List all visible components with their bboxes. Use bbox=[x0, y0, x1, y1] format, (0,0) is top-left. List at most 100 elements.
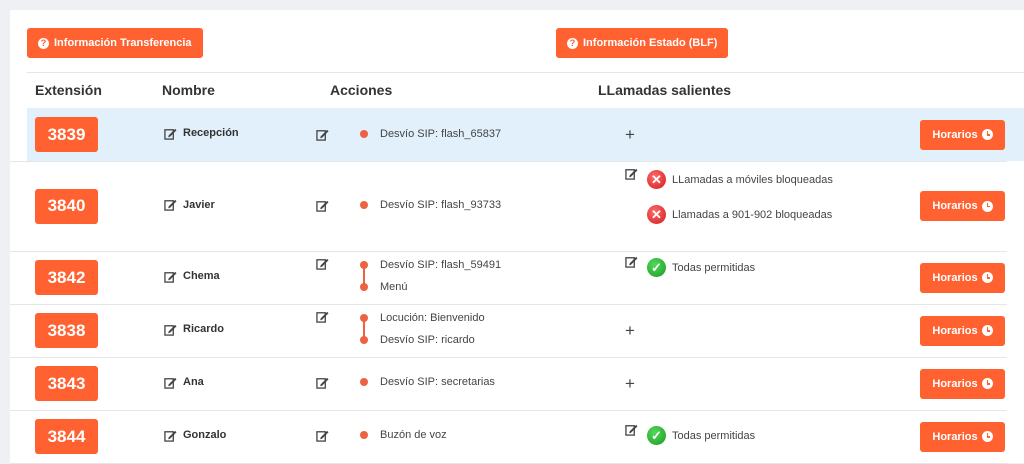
clock-icon bbox=[981, 431, 993, 442]
outgoing-rule-label: Todas permitidas bbox=[672, 261, 756, 274]
horarios-button[interactable]: Horarios bbox=[920, 119, 1005, 150]
divider bbox=[27, 72, 1024, 73]
info-blf-button[interactable]: ? Información Estado (BLF) bbox=[556, 28, 729, 58]
edit-outgoing-icon[interactable] bbox=[625, 255, 638, 268]
horarios-label: Horarios bbox=[932, 324, 978, 337]
action-item: Desvío SIP: flash_93733 bbox=[360, 199, 501, 211]
question-icon: ? bbox=[567, 37, 578, 49]
outgoing-rule: ✕ Llamadas a 901-902 bloqueadas bbox=[647, 205, 832, 224]
clock-icon bbox=[981, 129, 993, 140]
action-item: Desvío SIP: secretarias bbox=[360, 376, 495, 388]
edit-actions-icon[interactable] bbox=[316, 128, 329, 141]
extension-badge[interactable]: 3838 bbox=[35, 313, 98, 348]
allowed-icon: ✓ bbox=[647, 426, 666, 445]
action-item: Desvío SIP: flash_59491 bbox=[360, 259, 501, 271]
edit-outgoing-icon[interactable] bbox=[625, 167, 638, 180]
action-label: Locución: Bienvenido bbox=[380, 312, 485, 324]
action-dot bbox=[360, 130, 368, 138]
table-row: 3838 Ricardo Locución: Bienvenido Desvío SI… bbox=[27, 304, 1024, 357]
info-transfer-label: Información Transferencia bbox=[54, 37, 192, 49]
horarios-button[interactable]: Horarios bbox=[920, 191, 1005, 221]
extension-badge[interactable]: 3839 bbox=[35, 117, 98, 152]
action-dot bbox=[360, 431, 368, 439]
edit-actions-icon[interactable] bbox=[316, 376, 329, 389]
action-label: Desvío SIP: flash_93733 bbox=[380, 199, 502, 211]
header-extension: Extensión bbox=[35, 82, 102, 98]
clock-icon bbox=[981, 325, 993, 336]
action-dot bbox=[360, 378, 368, 386]
clock-icon bbox=[981, 378, 993, 389]
action-item: Desvío SIP: flash_65837 bbox=[360, 128, 501, 140]
action-label: Desvío SIP: ricardo bbox=[380, 334, 475, 346]
extension-badge[interactable]: 3843 bbox=[35, 366, 98, 401]
extension-badge[interactable]: 3844 bbox=[35, 419, 98, 454]
edit-name-icon[interactable] bbox=[164, 127, 177, 140]
add-outgoing-icon[interactable]: + bbox=[625, 126, 635, 143]
action-label: Menú bbox=[380, 281, 408, 293]
horarios-label: Horarios bbox=[932, 430, 978, 443]
extension-badge[interactable]: 3840 bbox=[35, 188, 98, 224]
table-row: 3844 Gonzalo Buzón de voz ✓ Todas permitidas… bbox=[27, 410, 1024, 463]
extension-name: Javier bbox=[183, 198, 215, 211]
table-row: 3839 Recepción Desvío SIP: flash_65837 + Hor… bbox=[27, 108, 1024, 161]
add-outgoing-icon[interactable]: + bbox=[625, 375, 635, 392]
header-name: Nombre bbox=[162, 82, 215, 98]
extension-name: Ricardo bbox=[183, 323, 224, 335]
outgoing-rule-label: Todas permitidas bbox=[672, 429, 756, 442]
add-outgoing-icon[interactable]: + bbox=[625, 322, 635, 339]
extension-badge[interactable]: 3842 bbox=[35, 260, 98, 295]
outgoing-rule: ✕ LLamadas a móviles bloqueadas bbox=[647, 170, 833, 189]
clock-icon bbox=[981, 200, 993, 212]
extension-name: Recepción bbox=[183, 127, 239, 139]
info-transfer-button[interactable]: ? Información Transferencia bbox=[27, 28, 203, 58]
horarios-label: Horarios bbox=[932, 128, 978, 141]
action-item: Buzón de voz bbox=[360, 429, 447, 441]
action-label: Desvío SIP: secretarias bbox=[380, 376, 495, 388]
allowed-icon: ✓ bbox=[647, 258, 666, 277]
blocked-icon: ✕ bbox=[647, 205, 666, 224]
edit-name-icon[interactable] bbox=[164, 323, 177, 336]
horarios-button[interactable]: Horarios bbox=[920, 421, 1005, 452]
table-row: 3840 Javier Desvío SIP: flash_93733 ✕ LLamad… bbox=[27, 161, 1024, 251]
horarios-label: Horarios bbox=[932, 271, 978, 284]
horarios-label: Horarios bbox=[932, 200, 978, 212]
horarios-label: Horarios bbox=[932, 377, 978, 390]
action-item: Locución: Bienvenido bbox=[360, 312, 485, 324]
edit-name-icon[interactable] bbox=[164, 270, 177, 283]
extension-name: Chema bbox=[183, 270, 220, 282]
edit-actions-icon[interactable] bbox=[316, 199, 329, 212]
table-row: 3843 Ana Desvío SIP: secretarias + Horarios bbox=[27, 357, 1024, 410]
header-outgoing: LLamadas salientes bbox=[598, 82, 732, 98]
horarios-button[interactable]: Horarios bbox=[920, 315, 1005, 346]
edit-actions-icon[interactable] bbox=[316, 429, 329, 442]
horarios-button[interactable]: Horarios bbox=[920, 262, 1005, 293]
action-item: Desvío SIP: ricardo bbox=[360, 334, 475, 346]
table-row: 3842 Chema Desvío SIP: flash_59491 Menú ✓ Tod… bbox=[27, 251, 1024, 304]
outgoing-rule-label: LLamadas a móviles bloqueadas bbox=[672, 173, 833, 186]
outgoing-rule: ✓ Todas permitidas bbox=[647, 258, 755, 277]
action-dot bbox=[360, 201, 368, 209]
header-actions: Acciones bbox=[330, 82, 393, 98]
edit-actions-icon[interactable] bbox=[316, 310, 329, 323]
extensions-panel: ? Información Transferencia ? Informació… bbox=[10, 10, 1024, 464]
action-dot bbox=[360, 314, 368, 322]
outgoing-rule: ✓ Todas permitidas bbox=[647, 426, 755, 445]
clock-icon bbox=[981, 272, 993, 283]
edit-actions-icon[interactable] bbox=[316, 257, 329, 270]
action-dot bbox=[360, 336, 368, 344]
edit-name-icon[interactable] bbox=[164, 376, 177, 389]
action-label: Buzón de voz bbox=[380, 429, 447, 441]
horarios-button[interactable]: Horarios bbox=[920, 368, 1005, 399]
edit-name-icon[interactable] bbox=[164, 429, 177, 442]
blocked-icon: ✕ bbox=[647, 170, 666, 189]
outgoing-rule-label: Llamadas a 901-902 bloqueadas bbox=[672, 208, 833, 221]
extension-name: Gonzalo bbox=[183, 429, 227, 441]
action-label: Desvío SIP: flash_59491 bbox=[380, 259, 502, 271]
action-item: Menú bbox=[360, 281, 408, 293]
action-dot bbox=[360, 261, 368, 269]
action-label: Desvío SIP: flash_65837 bbox=[380, 128, 502, 140]
edit-outgoing-icon[interactable] bbox=[625, 423, 638, 436]
question-icon: ? bbox=[38, 37, 49, 49]
edit-name-icon[interactable] bbox=[164, 198, 177, 211]
extension-name: Ana bbox=[183, 376, 204, 388]
